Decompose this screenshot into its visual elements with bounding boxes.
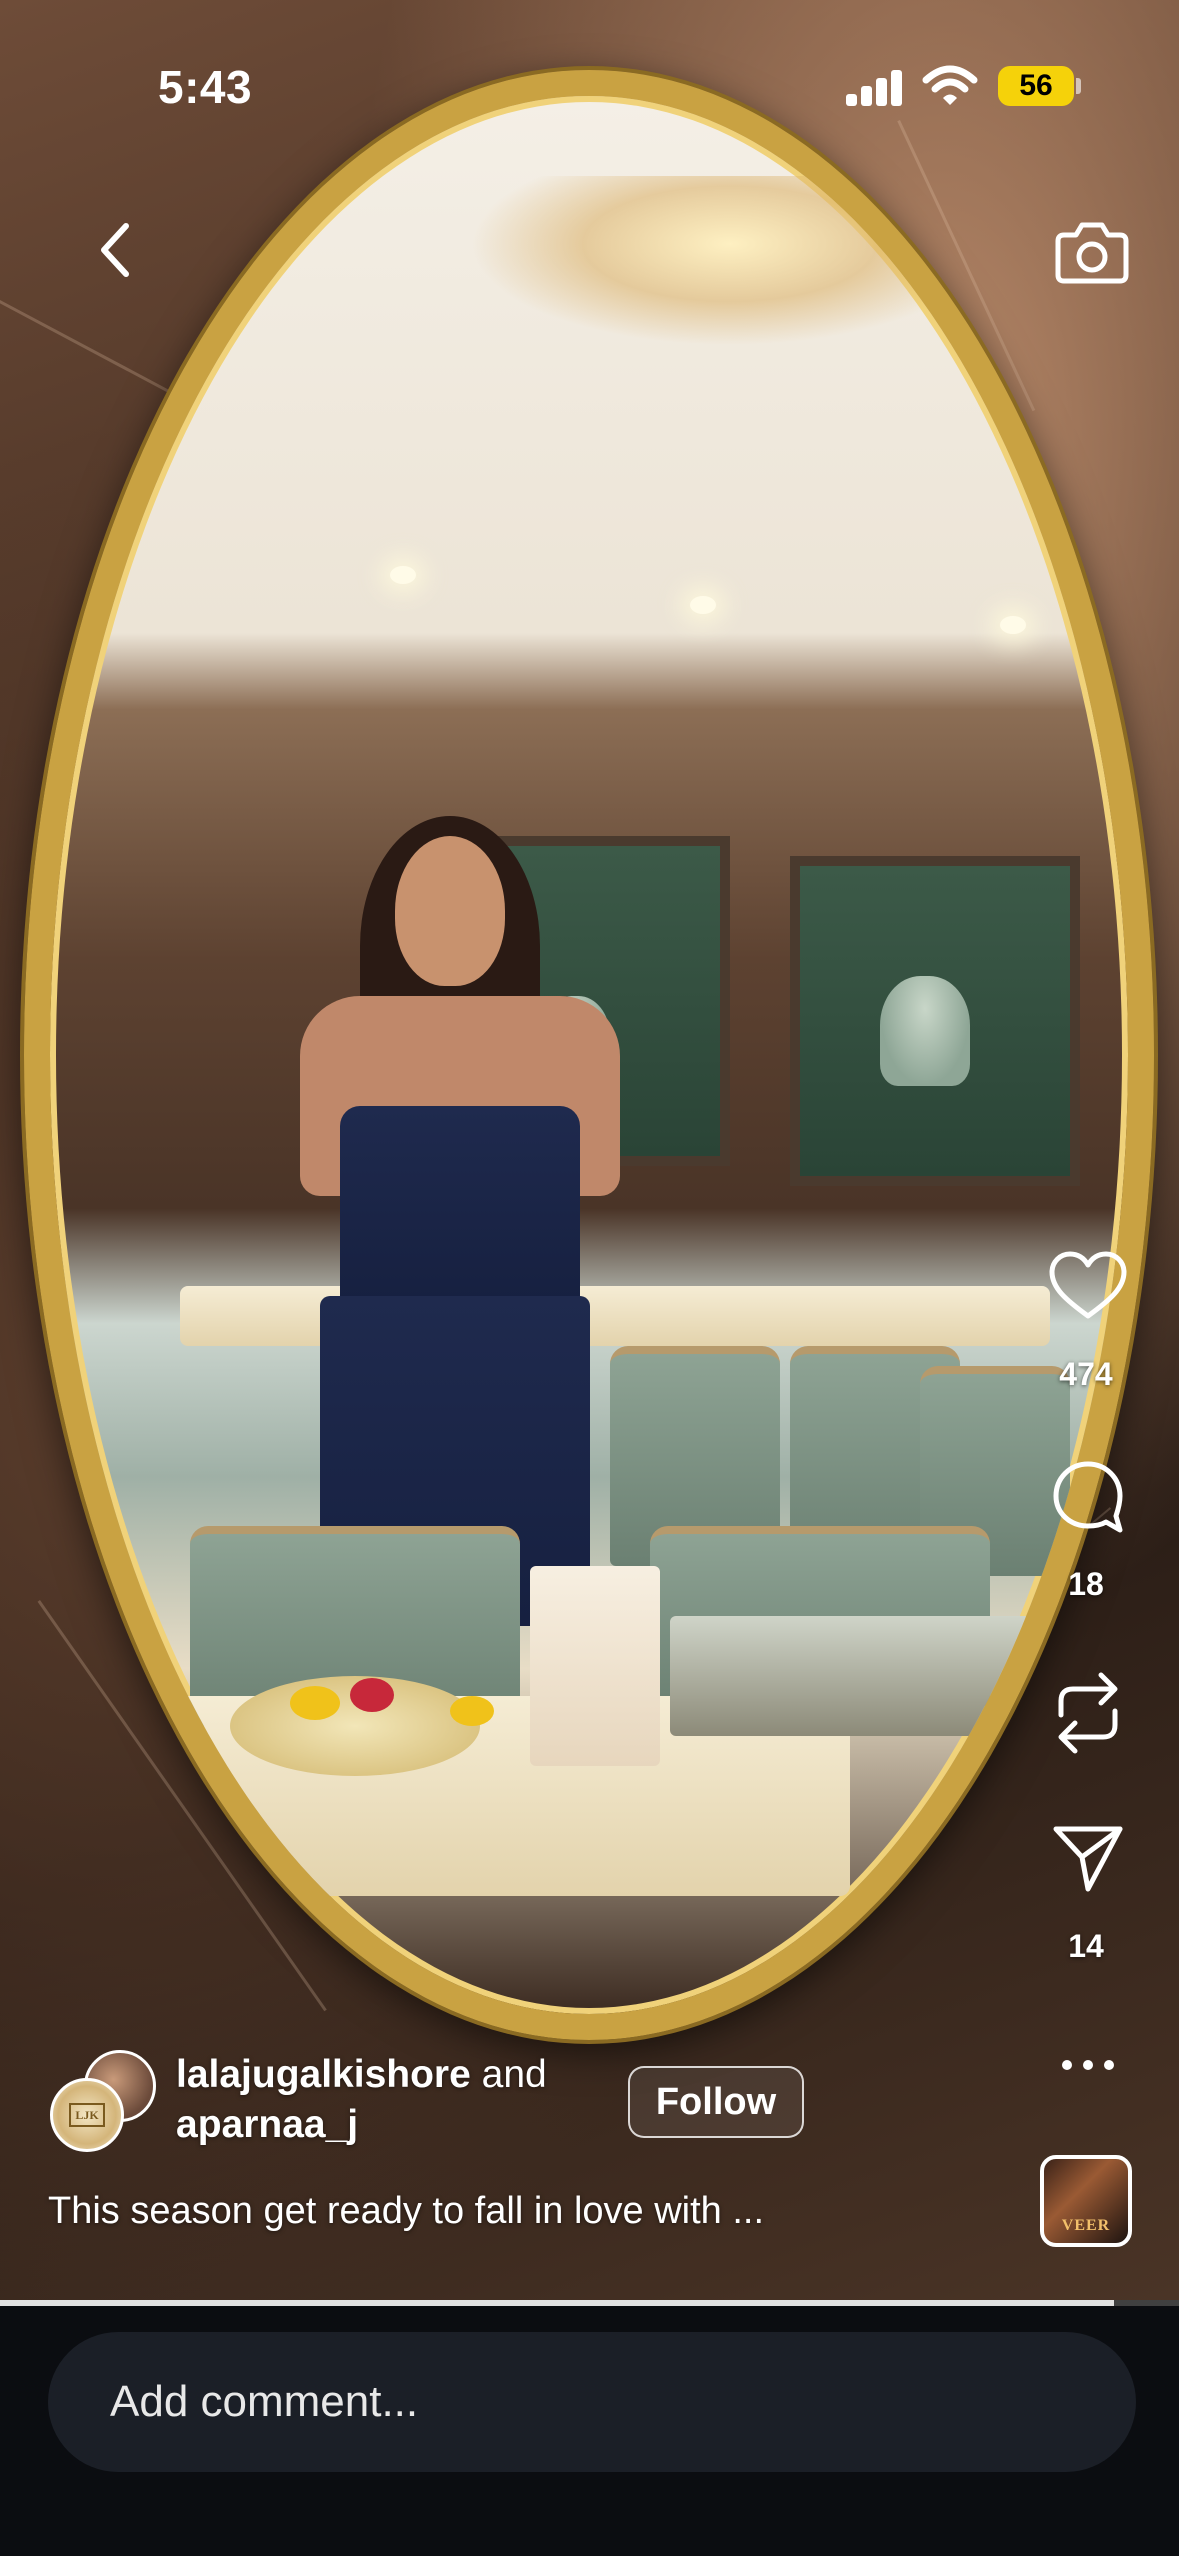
author-secondary[interactable]: aparnaa_j bbox=[176, 2103, 358, 2146]
battery-tip bbox=[1076, 78, 1081, 94]
like-count: 474 bbox=[1059, 1356, 1113, 1392]
post-caption[interactable]: This season get ready to fall in love wi… bbox=[48, 2190, 764, 2233]
author-conjunction: and bbox=[481, 2053, 547, 2096]
ceiling-light bbox=[390, 566, 416, 584]
more-horizontal-icon bbox=[1062, 2060, 1114, 2070]
glass-display bbox=[670, 1616, 1030, 1736]
status-time: 5:43 bbox=[158, 61, 253, 113]
flowers bbox=[290, 1686, 340, 1720]
camera-icon bbox=[1055, 222, 1129, 284]
battery-indicator: 56 bbox=[998, 66, 1074, 106]
woman-dress-top bbox=[340, 1106, 580, 1306]
reel-video-frame[interactable] bbox=[0, 0, 1179, 2300]
cellular-signal-icon bbox=[846, 68, 904, 106]
comment-count: 18 bbox=[1068, 1566, 1104, 1602]
avatar-lalajugalkishore[interactable]: LJK bbox=[50, 2078, 124, 2152]
repost-button[interactable] bbox=[1046, 1670, 1130, 1756]
flowers bbox=[450, 1696, 494, 1726]
chevron-left-icon bbox=[101, 223, 129, 277]
author-primary[interactable]: lalajugalkishore bbox=[176, 2053, 471, 2096]
more-options-button[interactable] bbox=[1046, 2040, 1130, 2090]
comment-bubble-icon bbox=[1053, 1461, 1123, 1533]
camera-button[interactable] bbox=[1050, 210, 1134, 294]
repost-icon bbox=[1058, 1672, 1118, 1754]
share-count: 14 bbox=[1068, 1928, 1104, 1964]
share-button[interactable] bbox=[1046, 1818, 1130, 1898]
audio-thumbnail[interactable]: VEER bbox=[1040, 2155, 1132, 2247]
back-button[interactable] bbox=[80, 210, 152, 290]
chandelier bbox=[470, 176, 990, 346]
comment-button[interactable] bbox=[1046, 1456, 1130, 1536]
display-counter bbox=[180, 1286, 1050, 1346]
woman-face bbox=[395, 836, 505, 986]
flowers bbox=[350, 1678, 394, 1712]
oval-mirror bbox=[24, 70, 1154, 2040]
follow-button[interactable]: Follow bbox=[628, 2066, 804, 2138]
brochure-card bbox=[530, 1566, 660, 1766]
ceiling-light bbox=[690, 596, 716, 614]
heart-icon bbox=[1049, 1251, 1127, 1319]
audio-label: VEER bbox=[1061, 2217, 1111, 2234]
ceiling-light bbox=[1000, 616, 1026, 634]
jewelry-bust bbox=[880, 976, 970, 1086]
like-button[interactable] bbox=[1046, 1246, 1130, 1326]
add-comment-input[interactable]: Add comment... bbox=[48, 2332, 1136, 2472]
brand-logo-icon: LJK bbox=[69, 2103, 105, 2127]
wifi-icon bbox=[922, 64, 978, 113]
post-authors: lalajugalkishore and aparnaa_j bbox=[176, 2050, 547, 2150]
send-icon bbox=[1053, 1826, 1123, 1892]
